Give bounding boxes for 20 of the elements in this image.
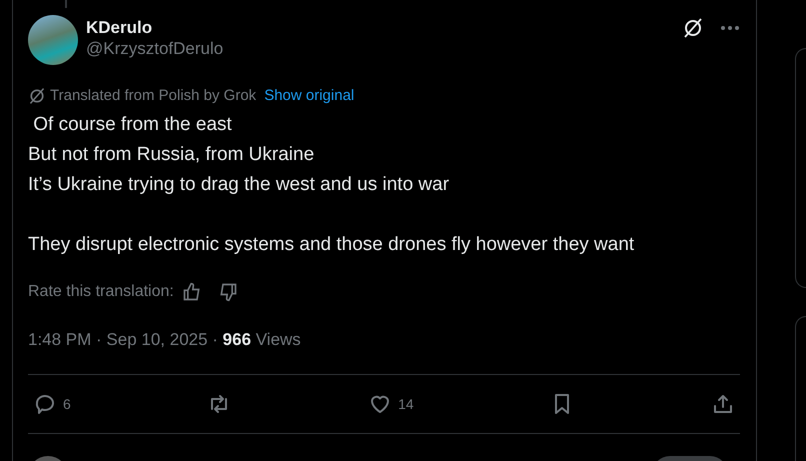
post-text-line: Of course from the east [32, 112, 233, 136]
grok-icon[interactable] [682, 17, 704, 39]
post-text-line: They disrupt electronic systems and those drones fly however they want [28, 232, 636, 256]
reply-icon [33, 392, 57, 416]
user-handle[interactable]: @KrzysztofDerulo [86, 38, 682, 60]
display-name[interactable]: KDerulo [86, 18, 682, 38]
avatar-photo-placeholder[interactable] [28, 15, 78, 65]
thumbs-down-icon[interactable] [218, 282, 238, 302]
post-timestamp-views: 1:48 PM · Sep 10, 2025 · 966 Views [28, 328, 302, 350]
grok-icon [28, 87, 46, 106]
share-icon[interactable] [711, 392, 735, 416]
post-text-line: It’s Ukraine trying to drag the west and us into war [28, 172, 450, 196]
reply-action[interactable]: 6 [33, 392, 71, 416]
translation-note: Translated from Polish by Grok [50, 86, 256, 106]
rate-translation-label: Rate this translation: [28, 282, 174, 302]
like-action[interactable]: 14 [368, 392, 414, 416]
more-icon[interactable] [720, 25, 740, 31]
thumbs-up-icon[interactable] [182, 282, 202, 302]
show-original-link[interactable]: Show original [264, 85, 354, 108]
post-text-line: But not from Russia, from Ukraine [28, 142, 316, 166]
